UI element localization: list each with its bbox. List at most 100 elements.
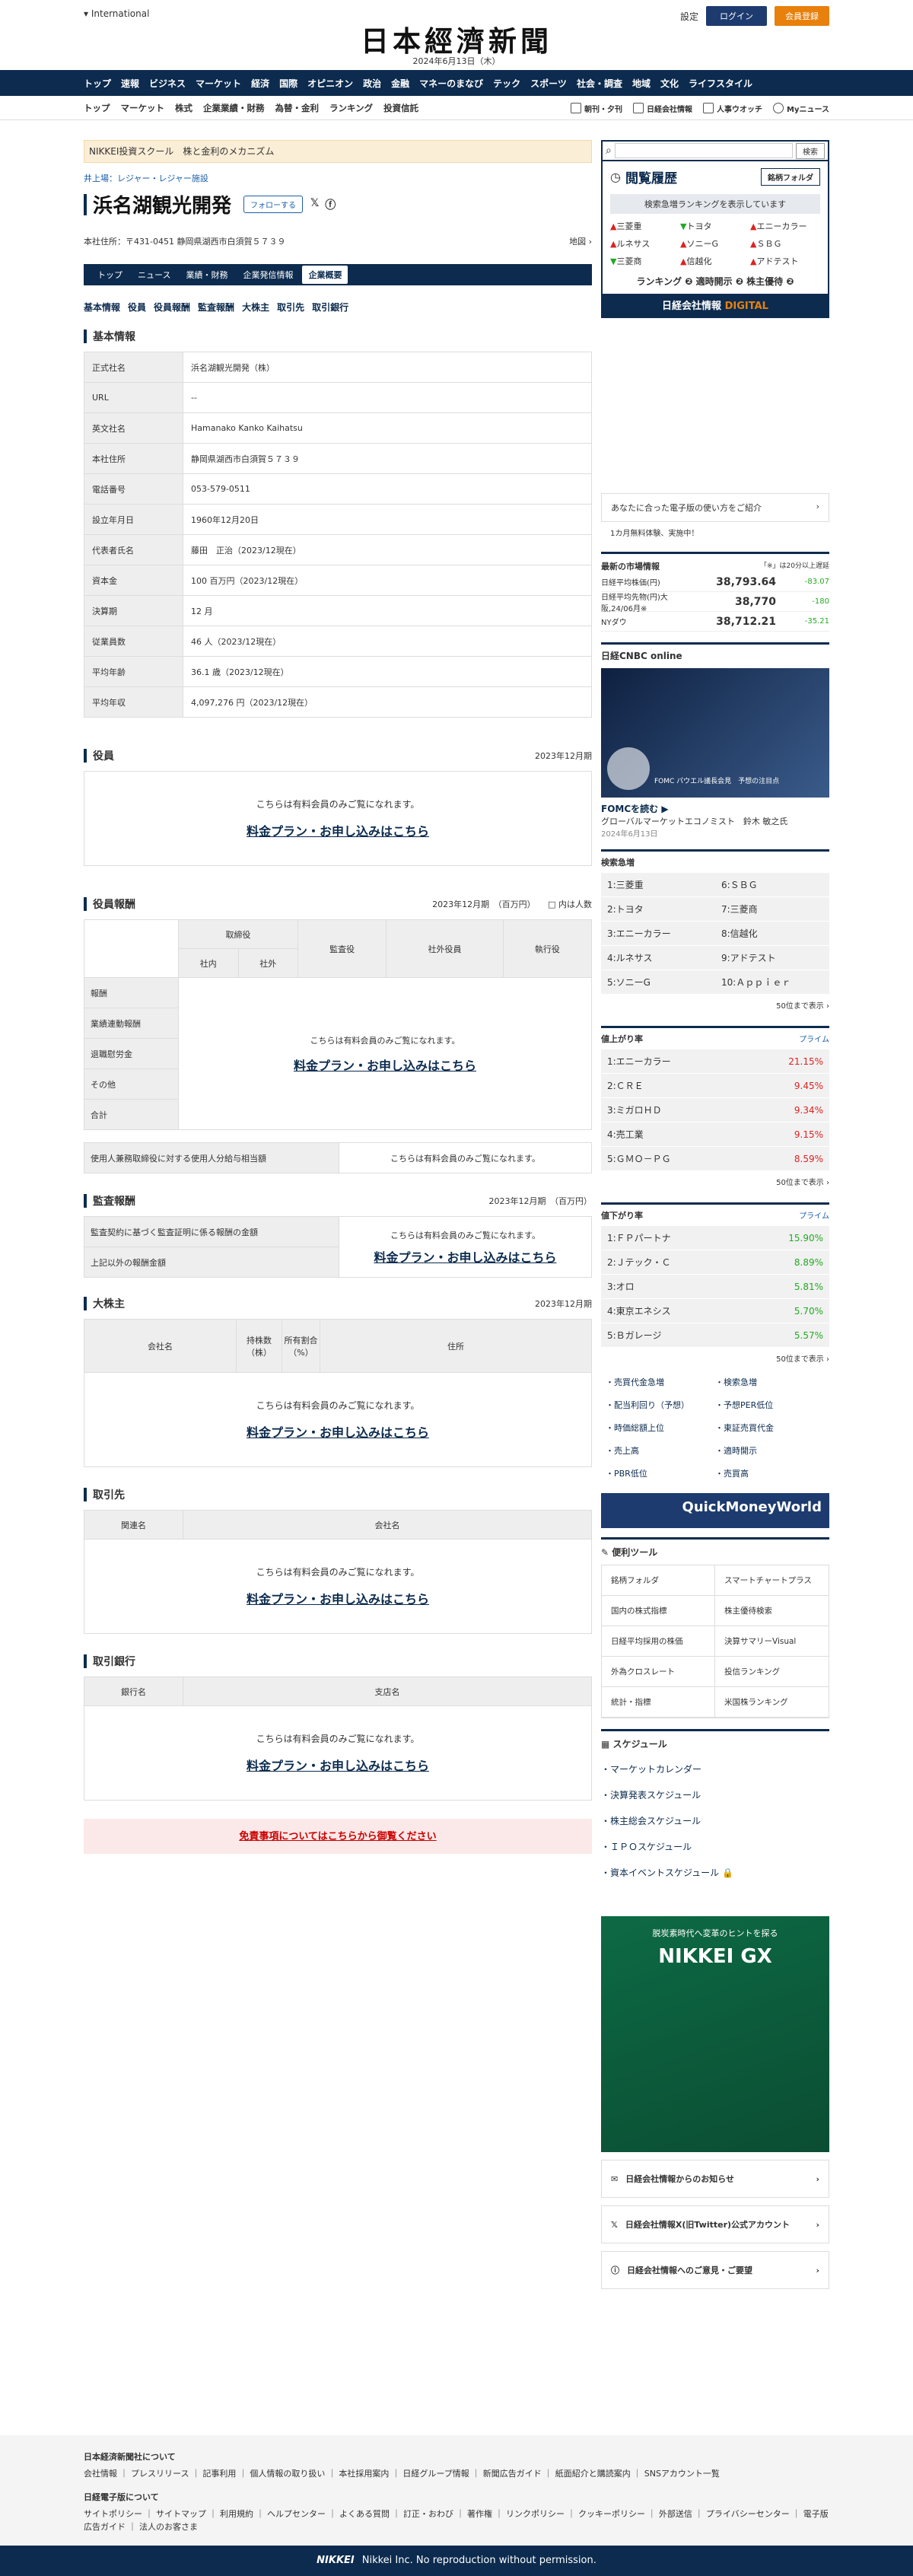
gnav-item[interactable]: 速報 <box>121 77 139 90</box>
gnav-item[interactable]: オピニオン <box>307 77 353 90</box>
rank-item[interactable]: 5:ソニーG <box>601 970 715 995</box>
breadcrumb-link[interactable]: 井上場：レジャー・レジャー施設 <box>84 174 208 183</box>
market-row[interactable]: 日経平均株価(円) 38,793.64 -83.07 <box>601 572 829 592</box>
play-icon[interactable] <box>607 747 650 790</box>
anchor-banks[interactable]: 取引銀行 <box>312 301 348 314</box>
plan-link[interactable]: 料金プラン・お申し込みはこちら <box>247 1756 429 1774</box>
anchor-partners[interactable]: 取引先 <box>277 301 304 314</box>
gnav-item[interactable]: スポーツ <box>530 77 567 90</box>
feedback-link[interactable]: ⓘ 日経会社情報へのご意見・ご要望 › <box>601 2251 829 2289</box>
gnav-item[interactable]: 金融 <box>391 77 409 90</box>
paper-link[interactable]: 朝刊・夕刊 <box>571 103 622 114</box>
ranking-link[interactable]: ・東証売買代金 <box>715 1422 825 1434</box>
fomc-link[interactable]: FOMCを読む ▶ <box>601 802 829 815</box>
footer-links[interactable]: サイトポリシー ｜ サイトマップ ｜ 利用規約 ｜ ヘルプセンター ｜ よくある… <box>84 2508 829 2533</box>
plan-link[interactable]: 料金プラン・お申し込みはこちら <box>247 821 429 839</box>
ranking-link[interactable]: ・予想PER低位 <box>715 1399 825 1411</box>
rank-item[interactable]: 9:アドテスト <box>715 946 829 970</box>
gnav-item[interactable]: 地域 <box>632 77 651 90</box>
schedule-link[interactable]: ・資本イベントスケジュール 🔒 <box>601 1860 829 1886</box>
loser-row[interactable]: 4:東京エネシス 5.70% <box>601 1299 829 1323</box>
plan-link[interactable]: 料金プラン・お申し込みはこちら <box>374 1247 556 1266</box>
disclaimer-link[interactable]: 免責事項についてはこちらから御覧ください <box>239 1831 436 1842</box>
gnav-item[interactable]: マーケット <box>196 77 241 90</box>
tab-overview[interactable]: 企業概要 <box>302 266 348 284</box>
settings-menu[interactable]: 設定 <box>680 10 698 23</box>
ranking-link[interactable]: ・売買代金急増 <box>606 1376 715 1388</box>
ranking-link[interactable]: ・PBR低位 <box>606 1467 715 1479</box>
gnav-item[interactable]: 文化 <box>660 77 679 90</box>
gnav-item[interactable]: 政治 <box>363 77 381 90</box>
market-row[interactable]: NYダウ 38,712.21 -35.21 <box>601 612 829 632</box>
tool-link[interactable]: 国内の株式指標 <box>602 1596 715 1626</box>
ranking-link[interactable]: ・売買高 <box>715 1467 825 1479</box>
folder-button[interactable]: 銘柄フォルダ <box>761 168 820 186</box>
snav-item[interactable]: マーケット <box>121 102 165 114</box>
gainer-row[interactable]: 4:売工業 9.15% <box>601 1122 829 1147</box>
notice-link[interactable]: ✉ 日経会社情報からのお知らせ › <box>601 2160 829 2198</box>
snav-item[interactable]: 企業業績・財務 <box>203 102 265 114</box>
ranking-link[interactable]: ・検索急増 <box>715 1376 825 1388</box>
snav-item[interactable]: 為替・金利 <box>275 102 320 114</box>
gnav-item[interactable]: ビジネス <box>149 77 186 90</box>
more-link[interactable]: 50位まで表示 › <box>601 1171 829 1192</box>
gainer-row[interactable]: 3:ミガロＨＤ 9.34% <box>601 1098 829 1122</box>
personnel-link[interactable]: 人事ウオッチ <box>703 103 762 114</box>
ranking-link[interactable]: ・適時開示 <box>715 1444 825 1457</box>
stock-link[interactable]: ▲エニーカラー <box>750 220 820 232</box>
gainer-row[interactable]: 2:ＣＲＥ 9.45% <box>601 1074 829 1098</box>
gnav-item[interactable]: ライフスタイル <box>689 77 752 90</box>
international-link[interactable]: ▾ International <box>84 8 149 19</box>
mynews-link[interactable]: Myニュース <box>773 103 829 114</box>
snav-item[interactable]: 投資信託 <box>383 102 418 114</box>
anchor-basic[interactable]: 基本情報 <box>84 301 120 314</box>
stock-link[interactable]: ▼三菱商 <box>610 255 680 267</box>
rank-item[interactable]: 4:ルネサス <box>601 946 715 970</box>
tool-link[interactable]: 統計・指標 <box>602 1687 715 1718</box>
facebook-share-icon[interactable]: ⓕ <box>325 197 336 212</box>
plan-link[interactable]: 料金プラン・お申し込みはこちら <box>294 1056 476 1074</box>
gnav-item[interactable]: トップ <box>84 77 111 90</box>
ranking-link[interactable]: ・売上高 <box>606 1444 715 1457</box>
gnav-item[interactable]: 社会・調査 <box>577 77 622 90</box>
digital-banner[interactable]: 日経会社情報 DIGITAL <box>601 295 829 318</box>
gainer-row[interactable]: 5:ＧＭＯ－ＰＧ 8.59% <box>601 1147 829 1171</box>
rank-item[interactable]: 10:Ａｐｐｉｅｒ <box>715 970 829 995</box>
loser-row[interactable]: 3:オロ 5.81% <box>601 1275 829 1299</box>
anchor-compensation[interactable]: 役員報酬 <box>154 301 190 314</box>
tool-link[interactable]: 決算サマリーVisual <box>715 1626 829 1657</box>
gnav-item[interactable]: テック <box>493 77 520 90</box>
footer-links[interactable]: 会社情報 ｜ プレスリリース ｜ 記事利用 ｜ 個人情報の取り扱い ｜ 本社採用… <box>84 2467 829 2480</box>
rank-toggle[interactable]: 検索急増ランキングを表示しています <box>610 194 820 214</box>
cnbc-video[interactable]: FOMC パウエル議長会見 予想の注目点 <box>601 668 829 798</box>
search-input[interactable] <box>614 143 793 158</box>
stock-link[interactable]: ▲三菱重 <box>610 220 680 232</box>
gainer-row[interactable]: 1:エニーカラー 21.15% <box>601 1049 829 1074</box>
tool-link[interactable]: 米国株ランキング <box>715 1687 829 1718</box>
gnav-item[interactable]: マネーのまなび <box>419 77 483 90</box>
schedule-link[interactable]: ・決算発表スケジュール <box>601 1782 829 1808</box>
nikkei-logo[interactable]: 日本經濟新聞 <box>361 18 552 59</box>
plan-link[interactable]: 料金プラン・お申し込みはこちら <box>247 1589 429 1607</box>
loser-row[interactable]: 1:ＦＰパートナ 15.90% <box>601 1226 829 1250</box>
market-row[interactable]: 日経平均先物(円)大阪,24/06月※ 38,770 -180 <box>601 592 829 613</box>
anchor-officers[interactable]: 役員 <box>128 301 146 314</box>
stock-link[interactable]: ▲アドテスト <box>750 255 820 267</box>
tool-link[interactable]: 外為クロスレート <box>602 1657 715 1687</box>
schedule-link[interactable]: ・株主総会スケジュール <box>601 1808 829 1834</box>
schedule-link[interactable]: ・ＩＰＯスケジュール <box>601 1834 829 1860</box>
login-button[interactable]: ログイン <box>706 6 767 26</box>
tab-disclosure[interactable]: 企業発信情報 <box>237 266 299 284</box>
x-account-link[interactable]: 𝕏 日経会社情報X(旧Twitter)公式アカウント › <box>601 2205 829 2243</box>
stock-link[interactable]: ▲ルネサス <box>610 237 680 250</box>
stock-link[interactable]: ▲信越化 <box>680 255 750 267</box>
anchor-shareholders[interactable]: 大株主 <box>242 301 269 314</box>
rank-item[interactable]: 3:エニーカラー <box>601 922 715 946</box>
snav-item[interactable]: ランキング <box>329 102 373 114</box>
more-link[interactable]: 50位まで表示 › <box>601 995 829 1015</box>
rank-item[interactable]: 8:信越化 <box>715 922 829 946</box>
loser-row[interactable]: 2:Ｊテック・Ｃ 8.89% <box>601 1250 829 1275</box>
x-share-icon[interactable]: 𝕏 <box>310 197 319 212</box>
tool-link[interactable]: 株主優待検索 <box>715 1596 829 1626</box>
ranking-link[interactable]: ・時価総額上位 <box>606 1422 715 1434</box>
